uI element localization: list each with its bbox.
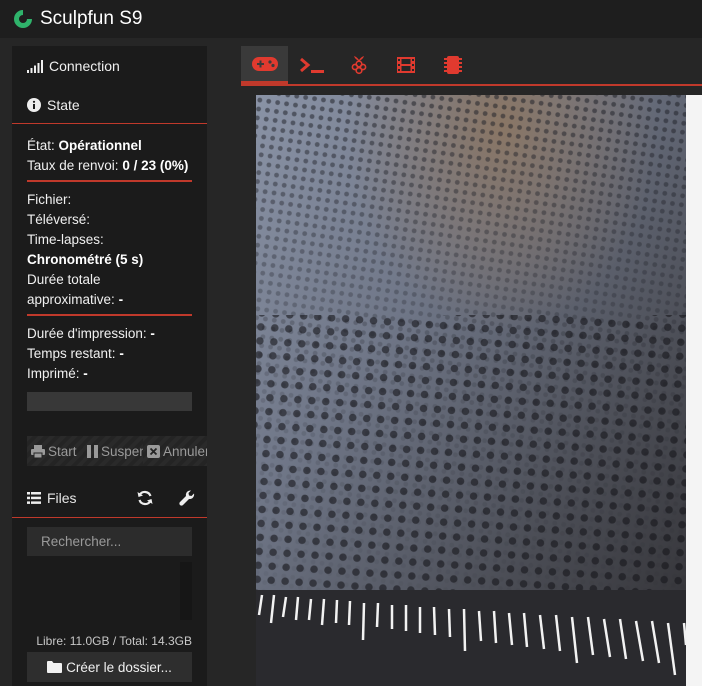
taux-label: Taux de renvoi: <box>27 158 119 173</box>
progress-bar <box>27 392 192 411</box>
list-icon <box>27 491 41 504</box>
disk-usage: Libre: 11.0GB / Total: 14.3GB <box>36 634 192 648</box>
wrench-icon[interactable] <box>179 490 195 511</box>
info-circle-icon <box>27 97 41 112</box>
cancel-icon <box>147 444 160 458</box>
taux-line: Taux de renvoi: 0 / 23 (0%) <box>27 156 192 176</box>
etat-label: État: <box>27 138 55 153</box>
timelapse-value: Chronométré (5 s) <box>27 252 144 267</box>
tab-timelapse[interactable] <box>382 46 429 84</box>
start-label: Start <box>48 443 77 459</box>
pause-icon <box>87 444 98 458</box>
file-list-scrollbar[interactable] <box>180 562 192 620</box>
fichier-label: Fichier: <box>27 192 72 207</box>
raspberry-icon <box>351 56 366 75</box>
navbar: Sculpfun S9 <box>0 0 702 38</box>
cancel-label: Annuler <box>163 443 207 459</box>
chip-icon <box>443 56 462 74</box>
suspend-label: Suspendre <box>101 443 143 459</box>
files-tools <box>137 490 195 511</box>
tab-terminal[interactable] <box>288 46 335 84</box>
temps-restant-line: Temps restant: - <box>27 344 192 364</box>
imprime-label: Imprimé: <box>27 366 80 381</box>
state-panel: État: Opérationnel Taux de renvoi: 0 / 2… <box>12 124 207 411</box>
sidebar: Connection State État: Opérationnel Taux… <box>12 46 207 686</box>
timelapse-label: Time-lapses: <box>27 232 104 247</box>
etat-line: État: Opérationnel <box>27 136 192 156</box>
state-label: State <box>47 96 80 113</box>
connection-label: Connection <box>49 58 120 74</box>
create-folder-label: Créer le dossier... <box>66 659 172 675</box>
terminal-icon <box>299 57 324 73</box>
divider <box>27 314 192 316</box>
tab-control[interactable] <box>241 46 288 84</box>
refresh-icon[interactable] <box>137 490 153 511</box>
duree-totale-line: Durée totale approximative: - <box>27 270 192 310</box>
job-controls: Start Suspendre Annuler <box>27 436 207 466</box>
file-list <box>27 562 192 622</box>
duree-impression-value: - <box>150 326 155 341</box>
duree-totale-label: Durée totale approximative: <box>27 272 115 307</box>
film-icon <box>396 57 415 73</box>
octoprint-logo-icon <box>14 10 32 28</box>
imprime-line: Imprimé: - <box>27 364 192 384</box>
duree-impression-label: Durée d'impression: <box>27 326 147 341</box>
tab-gcode[interactable] <box>429 46 476 84</box>
folder-icon <box>47 661 63 673</box>
start-button[interactable]: Start <box>27 436 83 466</box>
signal-icon <box>27 59 43 73</box>
webcam-stream <box>256 95 702 686</box>
televerse-label: Téléversé: <box>27 212 91 227</box>
temps-restant-value: - <box>119 346 124 361</box>
main-panel <box>241 46 702 686</box>
duree-impression-line: Durée d'impression: - <box>27 324 192 344</box>
print-icon <box>31 444 45 458</box>
tab-bar <box>241 46 702 86</box>
temps-restant-label: Temps restant: <box>27 346 116 361</box>
tab-raspberry[interactable] <box>335 46 382 84</box>
cancel-button[interactable]: Annuler <box>143 436 207 466</box>
taux-value: 0 / 23 (0%) <box>122 158 189 173</box>
etat-value: Opérationnel <box>58 138 142 153</box>
app-title[interactable]: Sculpfun S9 <box>40 8 142 30</box>
imprime-value: - <box>83 366 88 381</box>
gamepad-icon <box>251 56 278 71</box>
duree-totale-value: - <box>118 292 124 307</box>
connection-header[interactable]: Connection <box>12 46 207 86</box>
suspend-button[interactable]: Suspendre <box>83 436 143 466</box>
files-label: Files <box>47 489 77 506</box>
state-header[interactable]: State <box>12 86 207 124</box>
divider <box>27 180 192 182</box>
create-folder-button[interactable]: Créer le dossier... <box>27 652 192 682</box>
search-input[interactable] <box>27 527 192 556</box>
